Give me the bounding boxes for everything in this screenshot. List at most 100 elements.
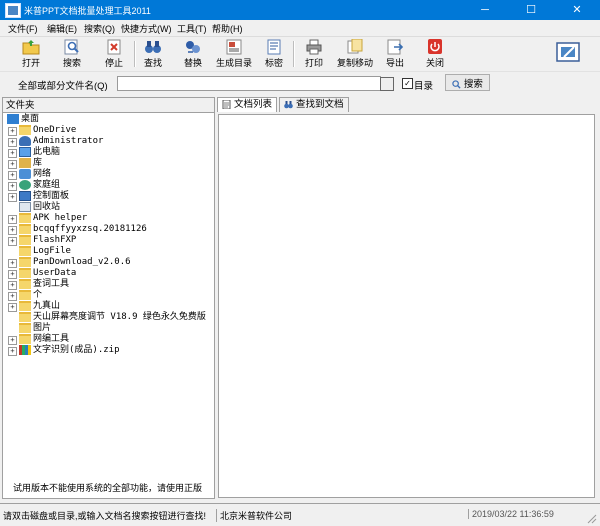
status-datetime: 2019/03/22 11:36:59 bbox=[468, 509, 554, 519]
tree-item[interactable]: + 网编工具 bbox=[3, 334, 212, 345]
menu-shortcuts[interactable]: 快捷方式(W) bbox=[121, 22, 172, 35]
tree-item[interactable]: + 控制面板 bbox=[3, 191, 212, 202]
app-icon[interactable] bbox=[5, 3, 21, 18]
expand-toggle[interactable]: + bbox=[8, 171, 17, 180]
document-list[interactable] bbox=[218, 114, 595, 498]
network-icon bbox=[19, 169, 31, 179]
status-bar: 请双击磁盘或目录,或输入文档名搜索按钮进行查找! 北京米普软件公司 2019/0… bbox=[0, 503, 600, 526]
tree-item[interactable]: + 九真山 bbox=[3, 301, 212, 312]
tree-item[interactable]: + 个 bbox=[3, 290, 212, 301]
mark-secret-button[interactable]: 标密 bbox=[261, 38, 287, 69]
tree-item-label: 库 bbox=[33, 158, 43, 168]
menu-help[interactable]: 帮助(H) bbox=[212, 22, 243, 35]
folder-icon bbox=[19, 268, 31, 278]
tree-item[interactable]: + FlashFXP bbox=[3, 235, 212, 246]
expand-toggle[interactable]: + bbox=[8, 347, 17, 356]
tree-item[interactable]: + OneDrive bbox=[3, 125, 212, 136]
folder-icon bbox=[19, 279, 31, 289]
stop-button[interactable]: 停止 bbox=[97, 38, 131, 69]
directory-checkbox[interactable]: ✓ bbox=[402, 78, 413, 89]
filename-search-input[interactable] bbox=[117, 76, 381, 91]
tree-item[interactable]: + Administrator bbox=[3, 136, 212, 147]
export-button[interactable]: 导出 bbox=[380, 38, 410, 69]
generate-toc-icon bbox=[226, 39, 242, 55]
close-window-button[interactable]: ✕ bbox=[554, 0, 600, 20]
tree-item-label: 网络 bbox=[33, 169, 52, 179]
search-button[interactable]: 搜索 bbox=[55, 38, 89, 69]
expand-toggle[interactable]: + bbox=[8, 281, 17, 290]
expand-toggle[interactable]: + bbox=[8, 303, 17, 312]
tree-item[interactable]: + 网络 bbox=[3, 169, 212, 180]
expand-toggle[interactable]: + bbox=[8, 292, 17, 301]
resize-grip-icon[interactable] bbox=[585, 512, 597, 524]
folder-icon bbox=[19, 125, 31, 135]
tree-item[interactable]: 图片 bbox=[3, 323, 212, 334]
folder-icon bbox=[19, 257, 31, 267]
desktop-icon bbox=[7, 114, 19, 124]
tree-item[interactable]: + UserData bbox=[3, 268, 212, 279]
tree-item-label: 个 bbox=[33, 290, 43, 300]
find-button[interactable]: 查找 bbox=[138, 38, 168, 69]
folder-panel-header: 文件夹 bbox=[3, 98, 214, 113]
folder-icon bbox=[19, 334, 31, 344]
tab-document-list[interactable]: 文档列表 bbox=[217, 97, 278, 112]
search-submit-button[interactable]: 搜索 bbox=[445, 74, 490, 91]
minimize-button[interactable]: ─ bbox=[462, 0, 508, 20]
directory-checkbox-label: 目录 bbox=[414, 81, 434, 92]
print-button[interactable]: 打印 bbox=[300, 38, 328, 69]
expand-toggle[interactable]: + bbox=[8, 237, 17, 246]
tab-found-documents[interactable]: 查找到文档 bbox=[279, 97, 349, 112]
trial-notice: 试用版本不能使用系统的全部功能，请使用正版 bbox=[12, 483, 202, 493]
tree-item[interactable]: 天山屏幕亮度调节 V18.9 绿色永久免费版 bbox=[3, 312, 212, 323]
expand-toggle[interactable]: + bbox=[8, 193, 17, 202]
menu-search[interactable]: 搜索(Q) bbox=[84, 22, 115, 35]
library-icon bbox=[19, 158, 31, 168]
tree-item-label: 控制面板 bbox=[33, 191, 70, 201]
tree-item[interactable]: 桌面 bbox=[3, 114, 212, 125]
tree-item[interactable]: + 此电脑 bbox=[3, 147, 212, 158]
tree-item[interactable]: + bcqqffyyxzsq.20181126 bbox=[3, 224, 212, 235]
tree-item-label: 桌面 bbox=[21, 114, 40, 124]
folder-icon bbox=[19, 301, 31, 311]
tree-item[interactable]: + 家庭组 bbox=[3, 180, 212, 191]
menu-file[interactable]: 文件(F) bbox=[8, 22, 38, 35]
maximize-button[interactable]: ☐ bbox=[508, 0, 554, 20]
expand-toggle[interactable]: + bbox=[8, 259, 17, 268]
generate-toc-button[interactable]: 生成目录 bbox=[214, 38, 254, 69]
title-bar: 米普PPT文档批量处理工具2011 ─ ☐ ✕ bbox=[0, 0, 600, 20]
tree-item-label: APK helper bbox=[33, 213, 88, 223]
expand-toggle[interactable]: + bbox=[8, 160, 17, 169]
tree-item[interactable]: + 库 bbox=[3, 158, 212, 169]
tree-item[interactable]: + 文字识别(成品).zip bbox=[3, 345, 212, 356]
tree-item[interactable]: 回收站 bbox=[3, 202, 212, 213]
expand-toggle[interactable]: + bbox=[8, 336, 17, 345]
open-button[interactable]: 打开 bbox=[14, 38, 48, 69]
replace-button[interactable]: 替换 bbox=[178, 38, 208, 69]
mark-secret-icon bbox=[267, 39, 281, 55]
menu-tools[interactable]: 工具(T) bbox=[177, 22, 207, 35]
tree-item-label: Administrator bbox=[33, 136, 104, 146]
tree-item-label: 九真山 bbox=[33, 301, 61, 311]
close-button[interactable]: 关闭 bbox=[420, 38, 450, 69]
expand-toggle[interactable]: + bbox=[8, 138, 17, 147]
copy-move-button[interactable]: 复制移动 bbox=[334, 38, 376, 69]
tree-item[interactable]: + PanDownload_v2.0.6 bbox=[3, 257, 212, 268]
expand-toggle[interactable]: + bbox=[8, 127, 17, 136]
tree-item[interactable]: LogFile bbox=[3, 246, 212, 257]
menu-edit[interactable]: 编辑(E) bbox=[47, 22, 77, 35]
tree-item[interactable]: + 查词工具 bbox=[3, 279, 212, 290]
expand-toggle[interactable]: + bbox=[8, 270, 17, 279]
tree-item-label: 此电脑 bbox=[33, 147, 61, 157]
document-panel: 文档列表 查找到文档 bbox=[215, 97, 597, 498]
expand-toggle[interactable]: + bbox=[8, 149, 17, 158]
user-icon bbox=[19, 136, 31, 146]
tree-item[interactable]: + APK helper bbox=[3, 213, 212, 224]
tree-item-label: 回收站 bbox=[33, 202, 61, 212]
expand-toggle[interactable]: + bbox=[8, 215, 17, 224]
filter-icon[interactable] bbox=[380, 77, 394, 91]
expand-toggle[interactable]: + bbox=[8, 226, 17, 235]
tree-item-label: 家庭组 bbox=[33, 180, 61, 190]
tree-item-label: LogFile bbox=[33, 246, 71, 256]
menu-bar: 文件(F) 编辑(E) 搜索(Q) 快捷方式(W) 工具(T) 帮助(H) bbox=[0, 20, 600, 37]
expand-toggle[interactable]: + bbox=[8, 182, 17, 191]
